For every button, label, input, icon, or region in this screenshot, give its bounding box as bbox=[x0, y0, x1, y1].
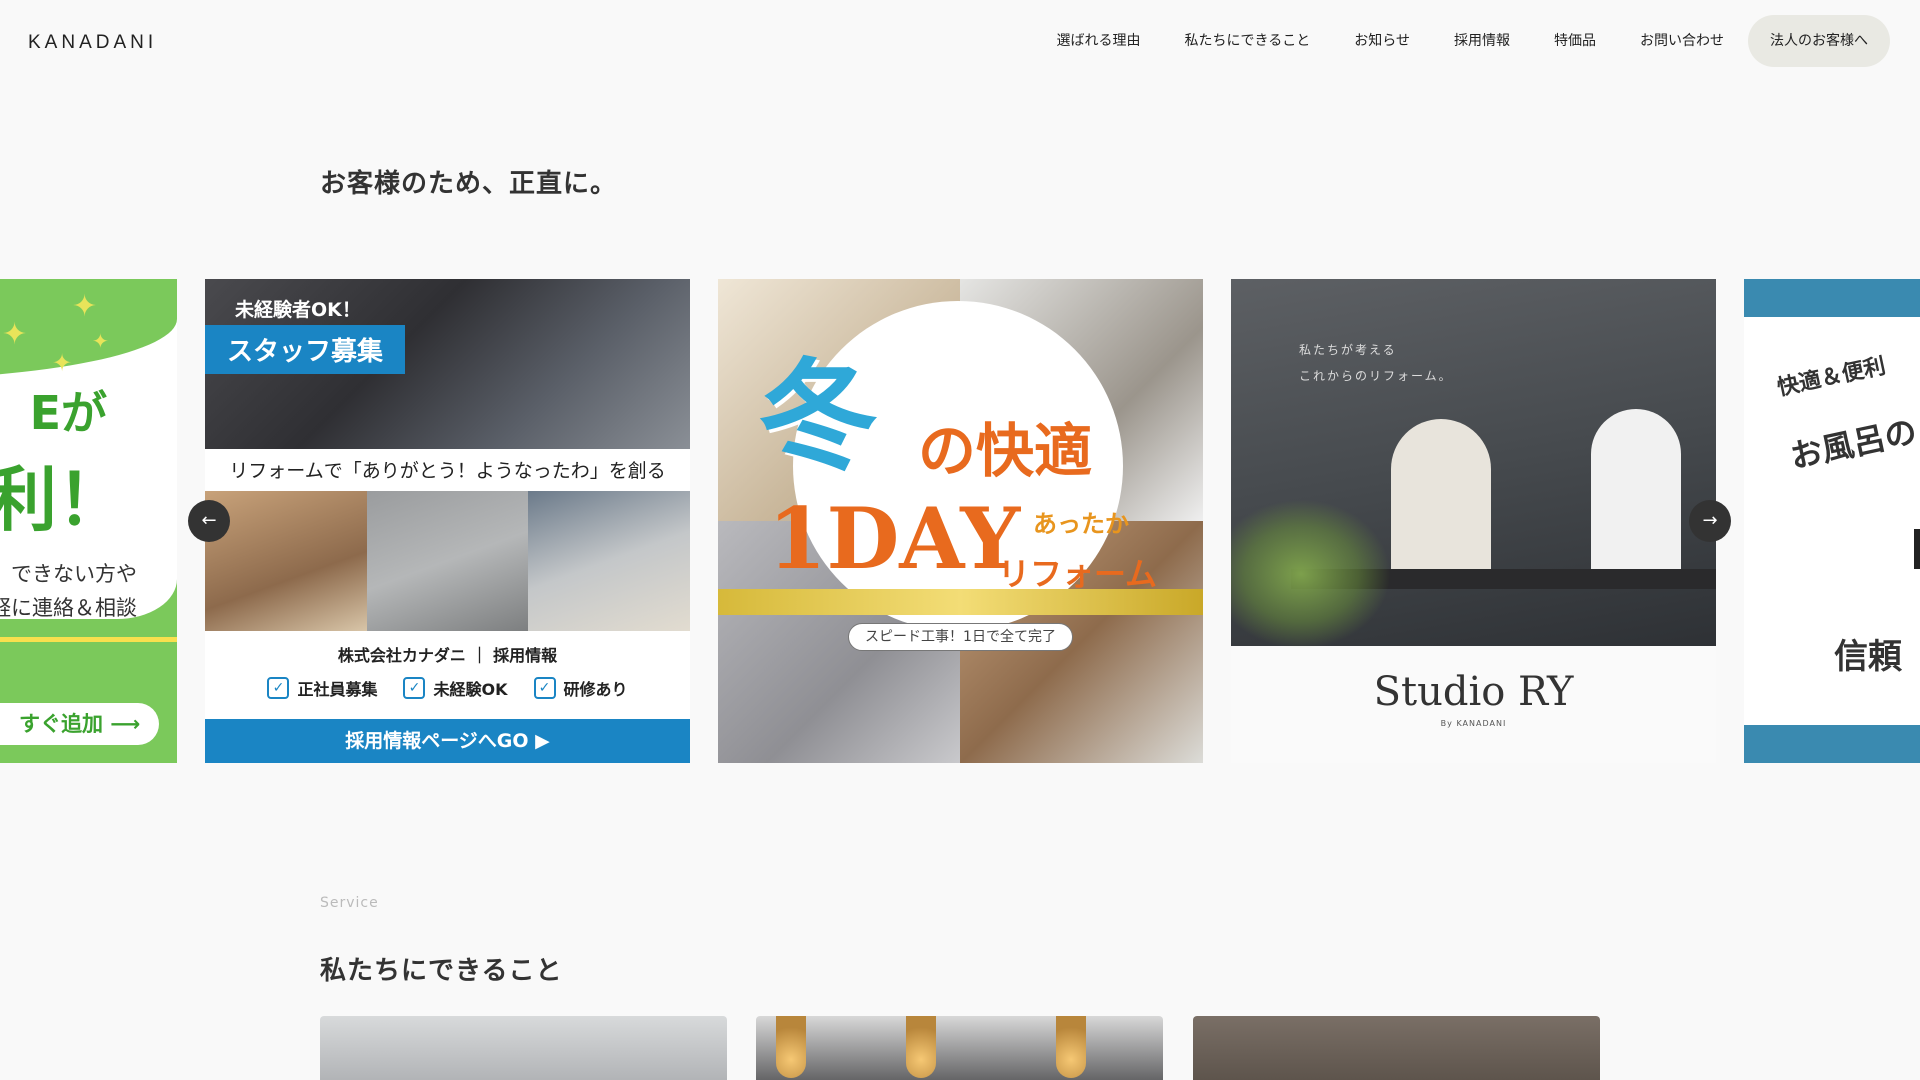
studio-copy-line-2: これからのリフォーム。 bbox=[1299, 369, 1453, 383]
speed-badge: スピード工事！1日で全て完了 bbox=[848, 623, 1073, 651]
warm-label: あったか bbox=[1033, 510, 1129, 538]
business-customers-button[interactable]: 法人のお客様へ bbox=[1748, 15, 1890, 67]
slide-bath-reform[interactable]: 快適＆便利 お風呂の 信頼 bbox=[1744, 279, 1920, 763]
check-label: 研修あり bbox=[563, 680, 628, 699]
work-photo bbox=[205, 491, 367, 631]
section-title: 私たちにできること bbox=[320, 956, 563, 986]
recruit-badge-inexperienced: 未経験者OK！ bbox=[235, 299, 361, 321]
bath-tagline: 快適＆便利 bbox=[1775, 353, 1888, 402]
slide-body-line-1: できない方や bbox=[11, 562, 137, 586]
site-header: KANADANI 選ばれる理由 私たちにできること お知らせ 採用情報 特価品 … bbox=[0, 0, 1920, 84]
check-item: ✓ 研修あり bbox=[533, 676, 628, 700]
bath-heading: お風呂の bbox=[1786, 412, 1920, 476]
work-photo bbox=[366, 491, 529, 631]
slide-line-banner[interactable]: ✦ ✦ ✦ ✦ Eが 利！ できない方や 軽に連絡＆相談 すぐ追加 ⟶ bbox=[0, 279, 177, 763]
nav-item-contact[interactable]: お問い合わせ bbox=[1618, 15, 1746, 67]
studio-copy-line-1: 私たちが考える bbox=[1299, 343, 1397, 357]
slide-body: できない方や 軽に連絡＆相談 bbox=[0, 557, 137, 625]
nav-item-reasons[interactable]: 選ばれる理由 bbox=[1035, 15, 1163, 67]
site-logo[interactable]: KANADANI bbox=[28, 32, 157, 54]
pendant-light bbox=[906, 1016, 936, 1078]
slide-bottom-band bbox=[1744, 725, 1920, 763]
person-figure bbox=[1391, 419, 1491, 579]
reform-label: リフォーム bbox=[998, 555, 1158, 593]
service-card[interactable] bbox=[756, 1016, 1163, 1080]
sparkle-icon: ✦ bbox=[2, 317, 28, 352]
service-card[interactable] bbox=[1193, 1016, 1600, 1080]
slide-recruit[interactable]: 未経験者OK！ スタッフ募集 リフォームで「ありがとう！ようなったわ」を創る 株… bbox=[205, 279, 690, 763]
recruit-checklist: ✓ 正社員募集 ✓ 未経験OK ✓ 研修あり bbox=[205, 676, 690, 700]
sparkle-icon: ✦ bbox=[52, 349, 73, 377]
studio-byline: By KANADANI bbox=[1440, 719, 1507, 728]
check-label: 未経験OK bbox=[433, 680, 508, 699]
main-nav: 選ばれる理由 私たちにできること お知らせ 採用情報 特価品 お問い合わせ 法人… bbox=[1035, 15, 1920, 67]
pendant-light bbox=[1056, 1016, 1086, 1078]
section-label: Service bbox=[320, 895, 379, 911]
carousel-prev-button[interactable]: ← bbox=[188, 500, 230, 542]
checkbox-icon: ✓ bbox=[403, 677, 426, 699]
sparkle-icon: ✦ bbox=[72, 289, 98, 324]
bath-trust-text: 信頼 bbox=[1834, 637, 1902, 677]
comfort-heading: の快適 bbox=[918, 417, 1093, 485]
check-item: ✓ 未経験OK bbox=[403, 676, 508, 700]
pendant-light bbox=[776, 1016, 806, 1078]
banner-carousel: ✦ ✦ ✦ ✦ Eが 利！ できない方や 軽に連絡＆相談 すぐ追加 ⟶ 未経験者… bbox=[0, 279, 1920, 763]
sparkle-icon: ✦ bbox=[92, 329, 109, 353]
recruit-slogan: リフォームで「ありがとう！ようなったわ」を創る bbox=[205, 451, 690, 491]
nav-item-news[interactable]: お知らせ bbox=[1332, 15, 1432, 67]
recruit-badge-staff: スタッフ募集 bbox=[205, 325, 406, 374]
slide-body-line-2: 軽に連絡＆相談 bbox=[0, 596, 137, 620]
nav-item-special-offers[interactable]: 特価品 bbox=[1532, 15, 1618, 67]
slide-studio-ry[interactable]: 私たちが考える これからのリフォーム。 Studio RY By KANADAN… bbox=[1231, 279, 1716, 763]
slide-winter-reform[interactable]: 冬 の快適 1DAY あったか リフォーム スピード工事！1日で全て完了 bbox=[718, 279, 1203, 763]
slide-top-band bbox=[1744, 279, 1920, 317]
checkbox-icon: ✓ bbox=[267, 677, 290, 699]
recruit-work-photos bbox=[205, 491, 690, 631]
one-day-heading: 1DAY bbox=[768, 489, 1021, 588]
slide-title-top: Eが bbox=[29, 386, 107, 440]
carousel-next-button[interactable]: → bbox=[1689, 500, 1731, 542]
check-item: ✓ 正社員募集 bbox=[267, 676, 377, 700]
work-photo bbox=[528, 491, 690, 631]
slide-title-main: 利！ bbox=[0, 459, 127, 541]
add-friend-button[interactable]: すぐ追加 ⟶ bbox=[0, 703, 159, 745]
studio-brand: Studio RY bbox=[1373, 669, 1574, 715]
hero-tagline: お客様のため、正直に。 bbox=[320, 169, 618, 199]
checkbox-icon: ✓ bbox=[533, 677, 556, 699]
winter-heading: 冬 bbox=[758, 346, 878, 487]
divider bbox=[1914, 529, 1920, 569]
recruit-company: 株式会社カナダニ ｜ 採用情報 bbox=[337, 646, 558, 665]
nav-item-recruit[interactable]: 採用情報 bbox=[1432, 15, 1532, 67]
check-label: 正社員募集 bbox=[297, 680, 378, 699]
service-card[interactable] bbox=[320, 1016, 727, 1080]
recruit-page-button[interactable]: 採用情報ページへGO ▶ bbox=[205, 719, 690, 763]
person-figure bbox=[1591, 409, 1681, 579]
studio-copy: 私たちが考える これからのリフォーム。 bbox=[1299, 337, 1453, 389]
nav-item-services[interactable]: 私たちにできること bbox=[1163, 15, 1333, 67]
divider bbox=[0, 637, 177, 642]
